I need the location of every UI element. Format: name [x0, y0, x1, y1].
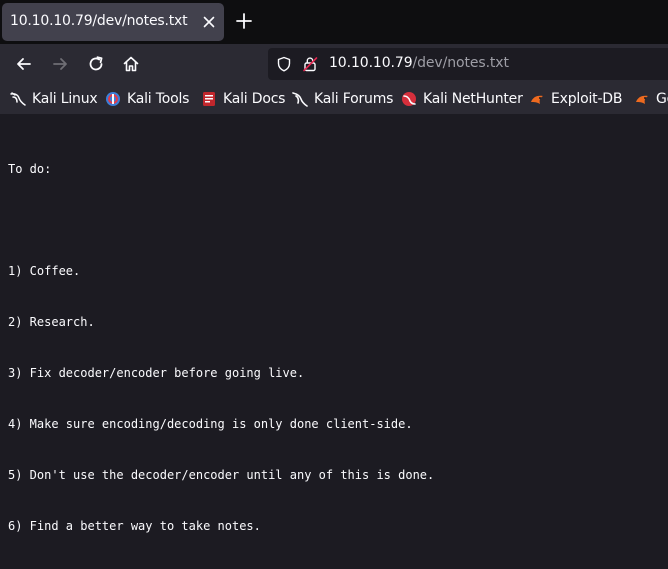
exploit-db-icon	[531, 95, 543, 104]
tab-title: 10.10.10.79/dev/notes.txt	[10, 13, 188, 29]
document-line: 5) Don't use the decoder/encoder until a…	[8, 468, 435, 482]
close-tab-icon[interactable]	[200, 13, 218, 31]
bookmark-google-hacking-db[interactable]: Go	[634, 90, 668, 108]
bookmark-kali-tools[interactable]: Kali Tools	[105, 90, 189, 108]
bookmark-label: Go	[656, 91, 668, 107]
bookmark-label: Kali Linux	[32, 91, 98, 107]
document-line: 1) Coffee.	[8, 264, 81, 278]
url-host: 10.10.10.79	[329, 55, 413, 71]
url-text[interactable]: 10.10.10.79/dev/notes.txt	[329, 55, 509, 71]
document-line: 6) Find a better way to take notes.	[8, 519, 261, 533]
address-bar[interactable]: 10.10.10.79/dev/notes.txt	[268, 48, 668, 80]
bookmark-kali-linux[interactable]: Kali Linux	[10, 90, 98, 108]
bookmarks-toolbar: Kali Linux Kali Tools Kali Docs Kali For…	[0, 84, 668, 114]
back-arrow-icon[interactable]	[14, 54, 34, 74]
document-line: 3) Fix decoder/encoder before going live…	[8, 366, 305, 380]
bookmark-exploit-db[interactable]: Exploit-DB	[529, 90, 622, 108]
insecure-lock-icon[interactable]	[302, 56, 318, 72]
new-tab-plus-icon[interactable]	[234, 11, 254, 31]
google-hacking-db-icon	[636, 95, 648, 104]
url-path: /dev/notes.txt	[412, 55, 509, 71]
bookmark-kali-forums[interactable]: Kali Forums	[292, 90, 393, 108]
document-line	[8, 212, 434, 229]
kali-docs-icon	[203, 92, 215, 106]
reload-icon[interactable]	[86, 54, 106, 74]
tab-strip: 10.10.10.79/dev/notes.txt	[0, 0, 668, 44]
kali-dragon-icon	[10, 92, 26, 106]
home-icon[interactable]	[121, 54, 141, 74]
bookmark-label: Kali NetHunter	[423, 91, 523, 107]
navigation-toolbar: 10.10.10.79/dev/notes.txt	[0, 44, 668, 84]
document-line: 2) Research.	[8, 315, 95, 329]
bookmark-kali-nethunter[interactable]: Kali NetHunter	[401, 90, 523, 108]
bookmark-kali-docs[interactable]: Kali Docs	[201, 90, 285, 108]
forward-arrow-icon[interactable]	[50, 54, 70, 74]
document-line: To do:	[8, 162, 52, 176]
kali-forums-icon	[292, 92, 308, 107]
bookmark-label: Kali Tools	[127, 91, 190, 107]
bookmark-label: Kali Forums	[314, 91, 394, 107]
tracking-protection-shield-icon[interactable]	[276, 56, 292, 72]
plain-text-document: To do: 1) Coffee. 2) Research. 3) Fix de…	[8, 127, 434, 569]
bookmark-label: Kali Docs	[223, 91, 286, 107]
kali-nethunter-icon	[402, 92, 416, 106]
page-content: To do: 1) Coffee. 2) Research. 3) Fix de…	[0, 114, 668, 533]
kali-tools-icon	[106, 92, 120, 106]
active-tab[interactable]: 10.10.10.79/dev/notes.txt	[2, 3, 224, 41]
bookmark-label: Exploit-DB	[551, 91, 623, 107]
document-line: 4) Make sure encoding/decoding is only d…	[8, 417, 413, 431]
